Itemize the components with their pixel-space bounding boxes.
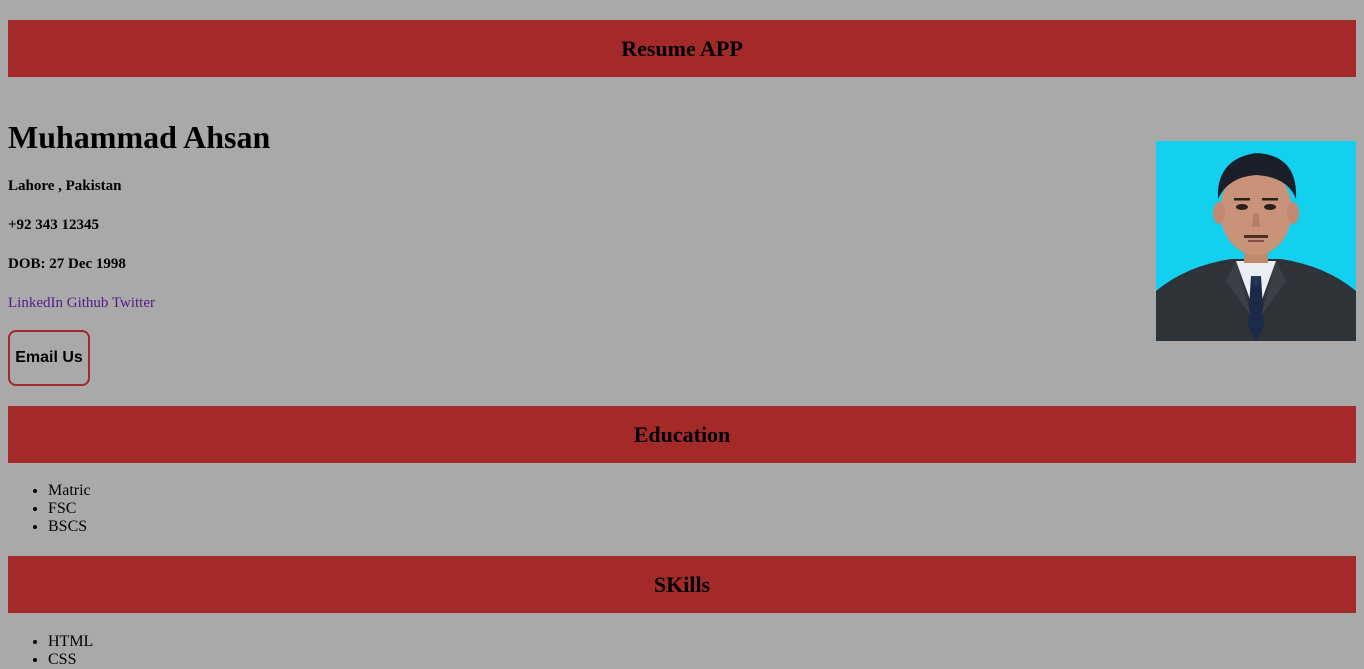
app-header-banner: Resume APP [8, 20, 1356, 77]
profile-location: Lahore , Pakistan [8, 178, 122, 194]
resume-page: Resume APP Muhammad Ahsan Lahore , Pakis… [0, 0, 1364, 669]
social-links: LinkedIn Github Twitter [8, 294, 155, 312]
email-us-button[interactable]: Email Us [8, 330, 90, 386]
list-item: FSC [48, 500, 91, 518]
list-item: CSS [48, 651, 93, 669]
profile-photo [1156, 141, 1356, 341]
github-link[interactable]: Github [67, 295, 109, 311]
profile-name: Muhammad Ahsan [8, 119, 271, 155]
skills-section-banner: SKills [8, 556, 1356, 613]
profile-photo-image [1156, 141, 1356, 341]
list-item: HTML [48, 633, 93, 651]
education-list: Matric FSC BSCS [8, 482, 91, 536]
twitter-link[interactable]: Twitter [112, 295, 155, 311]
app-title: Resume APP [621, 35, 743, 61]
profile-phone: +92 343 12345 [8, 217, 100, 233]
skills-list: HTML CSS [8, 633, 93, 669]
skills-title: SKills [653, 571, 711, 597]
list-item: Matric [48, 482, 91, 500]
list-item: BSCS [48, 518, 91, 536]
profile-dob: DOB: 27 Dec 1998 [8, 256, 126, 272]
linkedin-link[interactable]: LinkedIn [8, 295, 63, 311]
education-title: Education [633, 421, 731, 447]
education-section-banner: Education [8, 406, 1356, 463]
